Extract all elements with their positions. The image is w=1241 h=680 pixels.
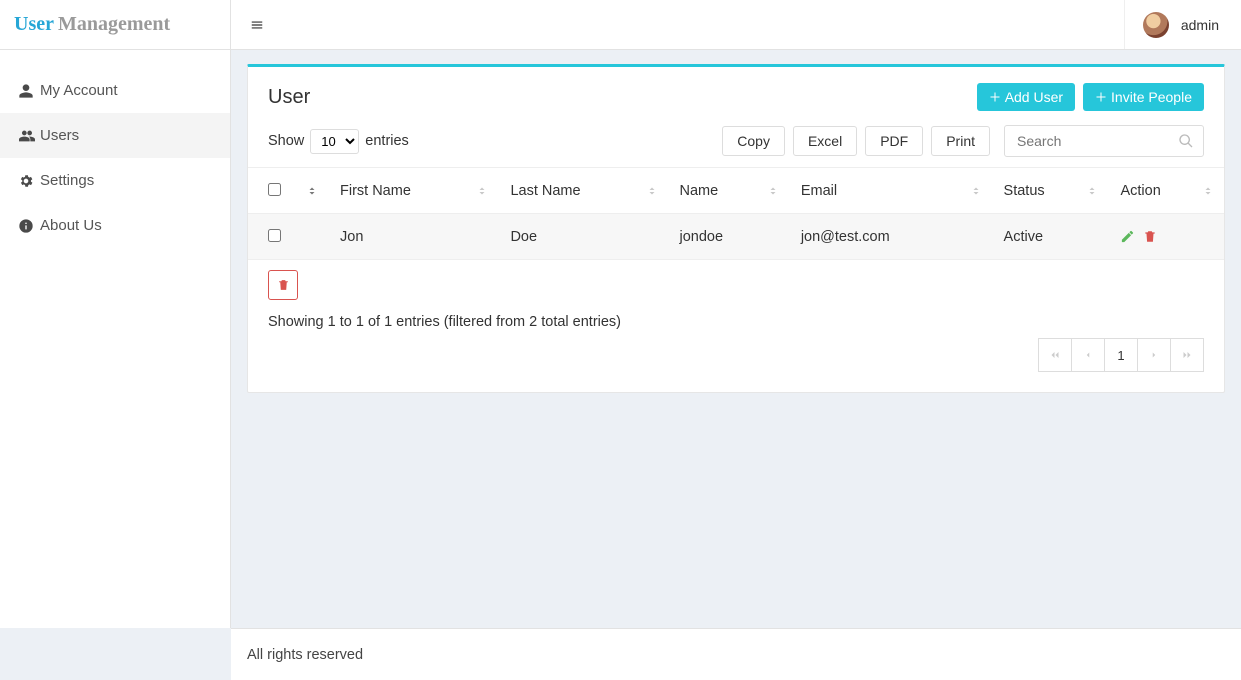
users-icon — [18, 128, 40, 144]
delete-button[interactable] — [1143, 229, 1157, 244]
sort-icon — [1086, 184, 1098, 198]
page-next-button[interactable] — [1137, 338, 1171, 372]
plus-icon — [989, 91, 1001, 103]
col-select[interactable] — [248, 168, 328, 214]
cell-status: Active — [992, 214, 1109, 260]
search-icon — [1178, 133, 1194, 149]
sidebar-item-label: About Us — [40, 217, 102, 234]
user-icon — [18, 83, 40, 99]
sort-icon — [646, 184, 658, 198]
page-last-button[interactable] — [1170, 338, 1204, 372]
sidebar-nav: My Account Users Settings About Us — [0, 50, 230, 248]
page-prev-button[interactable] — [1071, 338, 1105, 372]
sidebar-item-settings[interactable]: Settings — [0, 158, 230, 203]
export-excel-button[interactable]: Excel — [793, 126, 857, 156]
table-info: Showing 1 to 1 of 1 entries (filtered fr… — [248, 300, 1224, 330]
footer-text: All rights reserved — [247, 647, 363, 663]
sidebar-item-about-us[interactable]: About Us — [0, 203, 230, 248]
add-user-button[interactable]: Add User — [977, 83, 1075, 111]
chevrons-left-icon — [1049, 349, 1061, 361]
row-select-checkbox[interactable] — [268, 229, 281, 242]
sidebar-item-label: Users — [40, 127, 79, 144]
col-label: Name — [680, 183, 719, 199]
toggle-sidebar-button[interactable] — [249, 18, 265, 32]
export-pdf-button[interactable]: PDF — [865, 126, 923, 156]
page-number-button[interactable]: 1 — [1104, 338, 1138, 372]
sidebar: User Management My Account Users Se — [0, 0, 231, 628]
chevron-left-icon — [1083, 349, 1093, 361]
chevrons-right-icon — [1181, 349, 1193, 361]
sidebar-item-label: My Account — [40, 82, 118, 99]
col-label: Email — [801, 183, 837, 199]
col-status[interactable]: Status — [992, 168, 1109, 214]
sort-icon — [1202, 184, 1214, 198]
sidebar-item-users[interactable]: Users — [0, 113, 230, 158]
sidebar-item-label: Settings — [40, 172, 94, 189]
col-name[interactable]: Name — [668, 168, 789, 214]
users-table: First Name Last Name Name — [248, 167, 1224, 260]
invite-people-label: Invite People — [1111, 89, 1192, 105]
page-length-control: Show 10 entries — [268, 129, 409, 154]
add-user-label: Add User — [1005, 89, 1063, 105]
invite-people-button[interactable]: Invite People — [1083, 83, 1204, 111]
cell-name: jondoe — [668, 214, 789, 260]
search-input[interactable] — [1004, 125, 1204, 157]
page-length-select[interactable]: 10 — [310, 129, 359, 154]
table-row: Jon Doe jondoe jon@test.com Active — [248, 214, 1224, 260]
trash-icon — [277, 278, 290, 292]
sort-icon — [970, 184, 982, 198]
length-suffix: entries — [365, 133, 409, 149]
col-action[interactable]: Action — [1108, 168, 1224, 214]
col-label: Action — [1120, 183, 1160, 199]
cell-last-name: Doe — [498, 214, 667, 260]
username-label: admin — [1181, 17, 1219, 33]
edit-button[interactable] — [1120, 229, 1135, 244]
sort-icon — [767, 184, 779, 198]
col-label: First Name — [340, 183, 411, 199]
avatar — [1143, 12, 1169, 38]
trash-icon — [1143, 229, 1157, 244]
sort-icon — [306, 184, 318, 198]
select-all-checkbox[interactable] — [268, 183, 281, 196]
page-title: User — [268, 86, 310, 109]
col-last-name[interactable]: Last Name — [498, 168, 667, 214]
bulk-delete-button[interactable] — [268, 270, 298, 300]
pencil-icon — [1120, 229, 1135, 244]
sort-icon — [476, 184, 488, 198]
cell-email: jon@test.com — [789, 214, 992, 260]
brand[interactable]: User Management — [0, 0, 230, 50]
menu-icon — [249, 18, 265, 32]
user-menu[interactable]: admin — [1124, 0, 1223, 49]
brand-part2: Management — [58, 13, 170, 36]
cell-first-name: Jon — [328, 214, 498, 260]
footer: All rights reserved — [231, 628, 1241, 680]
plus-icon — [1095, 91, 1107, 103]
topbar: admin — [231, 0, 1241, 50]
gear-icon — [18, 173, 40, 189]
chevron-right-icon — [1149, 349, 1159, 361]
col-email[interactable]: Email — [789, 168, 992, 214]
col-first-name[interactable]: First Name — [328, 168, 498, 214]
info-icon — [18, 218, 40, 234]
users-panel: User Add User Invite People — [247, 64, 1225, 393]
page-first-button[interactable] — [1038, 338, 1072, 372]
paginator: 1 — [248, 330, 1224, 392]
export-print-button[interactable]: Print — [931, 126, 990, 156]
col-label: Last Name — [510, 183, 580, 199]
length-prefix: Show — [268, 133, 304, 149]
export-copy-button[interactable]: Copy — [722, 126, 785, 156]
col-label: Status — [1004, 183, 1045, 199]
brand-part1: User — [14, 13, 54, 36]
sidebar-item-my-account[interactable]: My Account — [0, 68, 230, 113]
